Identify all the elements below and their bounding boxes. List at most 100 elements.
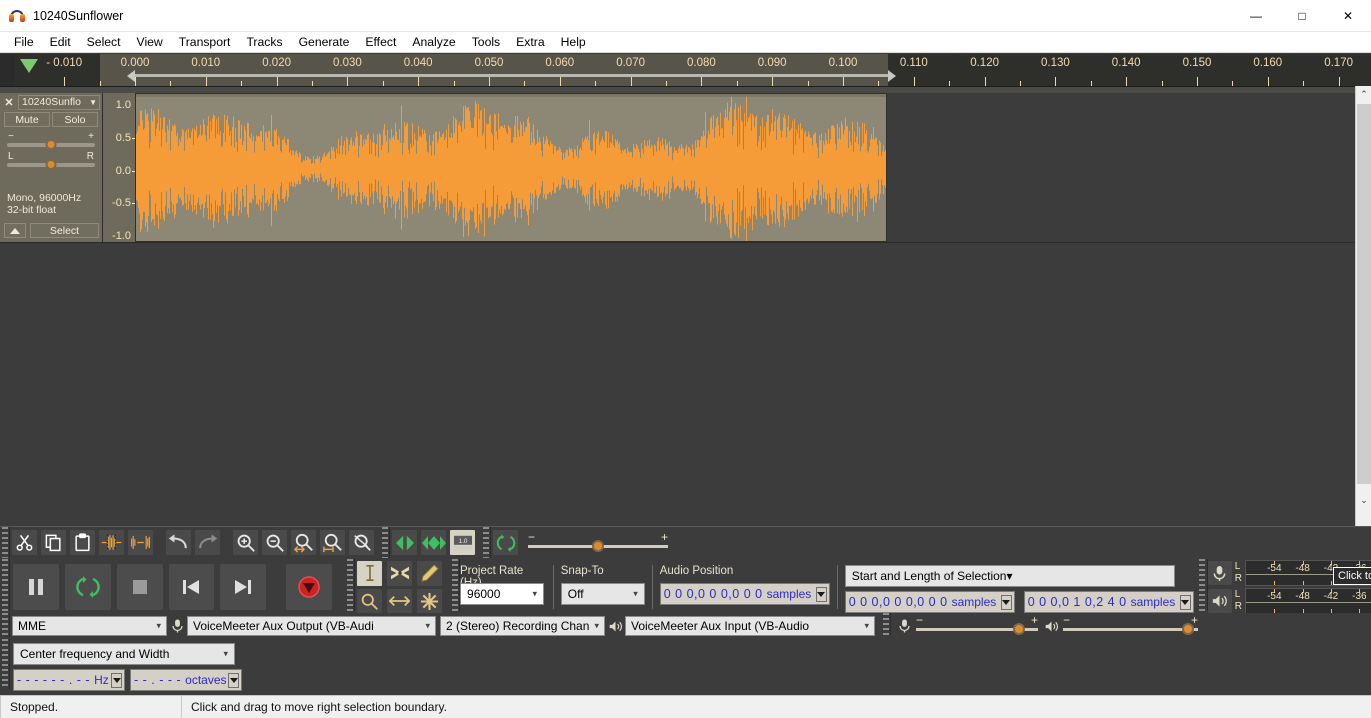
center-frequency-field[interactable]: - - - - - - . - - Hz	[13, 668, 125, 691]
speaker-icon[interactable]	[1207, 589, 1232, 613]
pan-slider[interactable]: L R	[0, 147, 102, 170]
selection-start-handle[interactable]	[127, 70, 135, 82]
ruler-canvas[interactable]: - 0.010 0.000 0.010 0.020 0.030 0.040 0.050 0.0…	[0, 54, 1371, 86]
microphone-icon[interactable]	[1207, 561, 1232, 585]
record-button[interactable]	[285, 563, 334, 611]
close-track-icon[interactable]: ✕	[2, 95, 16, 109]
audio-host-combo[interactable]: MME ▾	[12, 616, 167, 636]
stop-button[interactable]	[115, 563, 164, 611]
close-button[interactable]: ✕	[1325, 0, 1371, 32]
menu-transport[interactable]: Transport	[171, 33, 239, 51]
selection-mode-combo[interactable]: Start and Length of Selection ▾	[844, 565, 1175, 587]
play-speed-slider[interactable]: − +	[528, 530, 668, 555]
track-panel[interactable]: ✕ 10240Sunflo ▼ Mute Solo − + L R Mono, …	[0, 86, 1355, 614]
play-meter[interactable]: L R -54 -48 -42 -36	[1207, 588, 1371, 614]
play-region-button[interactable]	[420, 529, 447, 556]
project-rate-combo[interactable]: 96000 ▾	[460, 583, 545, 605]
skip-to-start-button[interactable]	[167, 563, 216, 611]
menu-generate[interactable]: Generate	[291, 33, 358, 51]
playspeed-slider-thumb[interactable]	[592, 539, 604, 552]
zoom-out-button[interactable]	[261, 529, 288, 556]
maximize-button[interactable]: □	[1279, 0, 1325, 32]
gain-slider-thumb[interactable]	[45, 139, 57, 150]
solo-button[interactable]: Solo	[52, 112, 98, 127]
track-name-dropdown[interactable]: 10240Sunflo ▼	[18, 94, 100, 110]
track-control-panel[interactable]: ✕ 10240Sunflo ▼ Mute Solo − + L R Mono, …	[0, 93, 103, 243]
transport-toolbar-grip[interactable]	[0, 559, 10, 611]
copy-button[interactable]	[40, 529, 67, 556]
selection-start-spinner[interactable]	[1000, 595, 1012, 610]
selection-toolbar-grip[interactable]	[450, 559, 461, 611]
recording-volume-thumb[interactable]	[1012, 623, 1025, 635]
play-meter-scale[interactable]: -54 -48 -42 -36	[1244, 588, 1371, 614]
pinned-play-head-icon[interactable]	[17, 55, 41, 77]
pan-slider-thumb[interactable]	[45, 159, 57, 170]
menu-analyze[interactable]: Analyze	[404, 33, 463, 51]
audio-position-spinner[interactable]	[815, 587, 827, 602]
pause-button[interactable]	[12, 563, 60, 611]
play-button[interactable]	[63, 563, 112, 611]
extra-toolbar-grip[interactable]	[380, 527, 390, 558]
bandwidth-field[interactable]: - - . - - - octaves	[130, 668, 242, 691]
spectral-toolbar-grip[interactable]	[0, 639, 10, 689]
audio-track[interactable]: ✕ 10240Sunflo ▼ Mute Solo − + L R Mono, …	[0, 93, 1355, 243]
audio-clip[interactable]	[135, 93, 887, 242]
mute-button[interactable]: Mute	[4, 112, 50, 127]
meter-toolbar-grip[interactable]	[1197, 559, 1208, 611]
play-cut-preview-button[interactable]	[391, 529, 418, 556]
scroll-down-icon[interactable]: ⌄	[1356, 492, 1371, 509]
time-shift-tool-button[interactable]	[386, 587, 414, 615]
tools-toolbar-grip[interactable]	[345, 559, 356, 611]
undo-button[interactable]	[165, 529, 192, 556]
redo-button[interactable]	[194, 529, 221, 556]
audio-position-value-field[interactable]: 0 0 0,0 0 0,0 0 0 samples	[659, 583, 830, 605]
scroll-up-icon[interactable]: ⌃	[1356, 86, 1371, 103]
recording-volume-slider[interactable]: − +	[916, 613, 1038, 638]
playback-volume-slider[interactable]: − +	[1063, 613, 1198, 638]
waveform-pane[interactable]	[135, 93, 1355, 243]
minimize-button[interactable]: —	[1233, 0, 1279, 32]
spectral-mode-combo[interactable]: Center frequency and Width ▾	[13, 642, 235, 665]
cut-button[interactable]	[11, 529, 38, 556]
recording-device-combo[interactable]: VoiceMeeter Aux Output (VB-Audi ▾	[187, 616, 436, 636]
menu-help[interactable]: Help	[553, 33, 594, 51]
silence-audio-button[interactable]	[127, 529, 154, 556]
zoom-toggle-button[interactable]	[348, 529, 375, 556]
edit-toolbar-grip[interactable]	[0, 527, 10, 558]
multi-tool-button[interactable]	[416, 587, 444, 615]
scrub-ruler-button[interactable]: 1.0	[449, 529, 476, 556]
menu-tools[interactable]: Tools	[464, 33, 508, 51]
loop-play-button[interactable]	[492, 529, 519, 556]
draw-tool-button[interactable]	[416, 559, 444, 587]
fit-selection-button[interactable]	[290, 529, 317, 556]
gain-slider[interactable]: − +	[0, 127, 102, 150]
selection-end-handle[interactable]	[888, 70, 896, 82]
selection-start-field[interactable]: 0 0 0,0 0 0,0 0 0 samples	[844, 591, 1015, 613]
zoom-tool-button[interactable]	[356, 587, 384, 615]
fit-project-button[interactable]	[319, 529, 346, 556]
selection-length-field[interactable]: 0 0 0,0 1 0,2 4 0 samples	[1023, 591, 1194, 613]
bandwidth-spinner[interactable]	[228, 672, 239, 688]
device-toolbar-grip[interactable]	[0, 613, 10, 637]
envelope-tool-button[interactable]	[386, 559, 414, 587]
mixer-toolbar-grip[interactable]	[881, 613, 891, 637]
paste-button[interactable]	[69, 529, 96, 556]
collapse-up-icon[interactable]	[4, 223, 26, 238]
menu-select[interactable]: Select	[79, 33, 129, 51]
menu-extra[interactable]: Extra	[508, 33, 552, 51]
snap-to-combo[interactable]: Off ▾	[560, 583, 645, 605]
play-speed-grip[interactable]	[481, 527, 491, 558]
zoom-in-button[interactable]	[232, 529, 259, 556]
menu-edit[interactable]: Edit	[42, 33, 79, 51]
timeline-ruler[interactable]: - 0.010 0.000 0.010 0.020 0.030 0.040 0.050 0.0…	[0, 54, 1371, 86]
center-frequency-spinner[interactable]	[111, 672, 122, 688]
menu-file[interactable]: File	[6, 33, 42, 51]
select-track-button[interactable]: Select	[30, 223, 99, 238]
vertical-scrollbar[interactable]: ⌃ ⌄	[1355, 86, 1371, 526]
skip-to-end-button[interactable]	[219, 563, 268, 611]
selection-tool-button[interactable]	[356, 559, 384, 587]
selection-length-spinner[interactable]	[1179, 595, 1191, 610]
playback-device-combo[interactable]: VoiceMeeter Aux Input (VB-Audio ▾	[625, 616, 875, 636]
vertical-scroll-thumb[interactable]	[1357, 104, 1371, 484]
playback-volume-thumb[interactable]	[1182, 623, 1195, 635]
